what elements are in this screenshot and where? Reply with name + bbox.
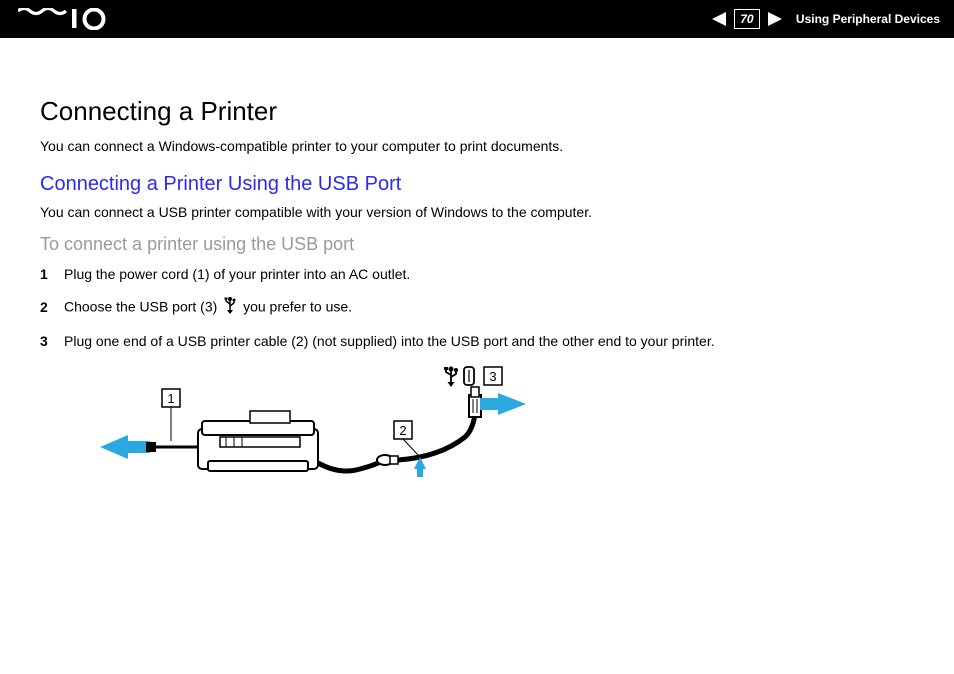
usb-symbol (444, 367, 458, 388)
intro-text: You can connect a Windows-compatible pri… (40, 137, 914, 157)
callout-1: 1 (167, 391, 174, 406)
header-nav: 70 Using Peripheral Devices (712, 9, 940, 29)
page-number-badge: 70 (734, 9, 760, 29)
step-text: Choose the USB port (3) you prefer to us… (64, 296, 352, 320)
usb-icon (223, 296, 237, 320)
callout-3: 3 (489, 369, 496, 384)
steps-list: 1 Plug the power cord (1) of your printe… (40, 265, 914, 352)
page-title: Connecting a Printer (40, 96, 914, 127)
step-2: 2 Choose the USB port (3) you prefer to … (40, 296, 914, 320)
callout-2: 2 (399, 423, 406, 438)
step-number: 1 (40, 265, 64, 285)
section-title: Using Peripheral Devices (796, 12, 940, 26)
printer-illustration (198, 411, 318, 471)
procedure-heading: To connect a printer using the USB port (40, 234, 914, 255)
section-intro: You can connect a USB printer compatible… (40, 204, 914, 220)
vaio-logo (18, 8, 114, 30)
step-3: 3 Plug one end of a USB printer cable (2… (40, 332, 914, 352)
section-heading: Connecting a Printer Using the USB Port (40, 173, 914, 196)
prev-page-arrow[interactable] (712, 12, 728, 26)
step-number: 3 (40, 332, 64, 352)
connection-diagram: 1 (100, 365, 530, 505)
next-page-arrow[interactable] (766, 12, 782, 26)
step-text: Plug the power cord (1) of your printer … (64, 265, 410, 285)
step-1: 1 Plug the power cord (1) of your printe… (40, 265, 914, 285)
step-text: Plug one end of a USB printer cable (2) … (64, 332, 715, 352)
page-number: 70 (740, 12, 753, 26)
header-bar: 70 Using Peripheral Devices (0, 0, 954, 38)
step-number: 2 (40, 298, 64, 318)
page-content: Connecting a Printer You can connect a W… (0, 38, 954, 525)
